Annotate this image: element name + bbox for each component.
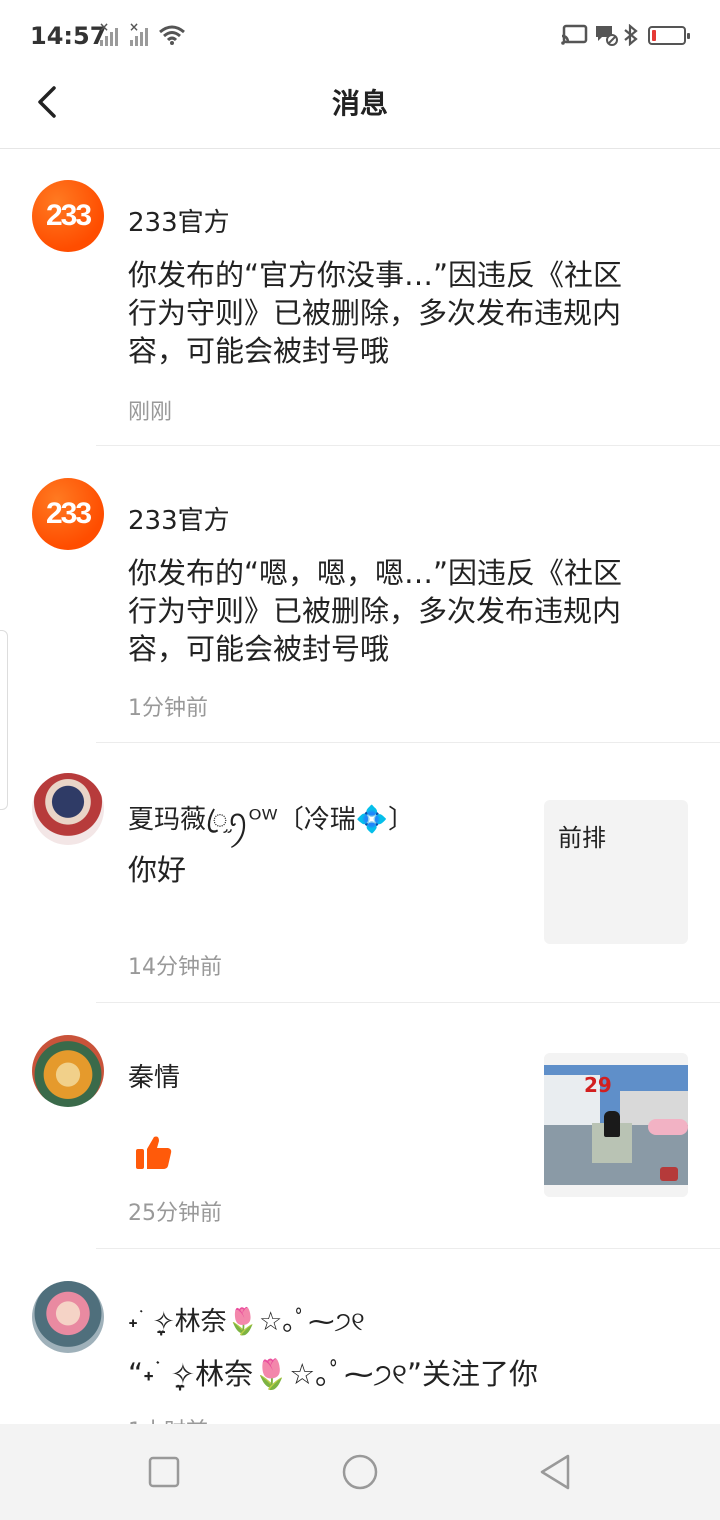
chat-off-icon	[596, 26, 618, 46]
avatar[interactable]: 233	[32, 180, 104, 252]
cast-icon	[561, 24, 588, 45]
header: 消息	[0, 72, 720, 149]
post-preview-image[interactable]: 29	[544, 1053, 688, 1197]
nav-back-button[interactable]	[536, 1452, 576, 1492]
wifi-icon	[159, 25, 185, 45]
bluetooth-icon	[624, 24, 638, 46]
message-time: 1小时前	[128, 1413, 208, 1424]
home-icon	[342, 1454, 378, 1490]
side-drawer-handle[interactable]	[0, 630, 8, 810]
signal-1-icon: ×	[99, 20, 118, 46]
avatar[interactable]	[32, 773, 104, 845]
recent-apps-button[interactable]	[144, 1452, 184, 1492]
status-bar: 14:57 × ×	[0, 0, 720, 72]
post-preview[interactable]: 前排	[544, 800, 688, 944]
list-item[interactable]: ˖ ࣪ ִֶָ✧林奈🌷☆｡ﾟ⁓੭୧ “˖ ࣪ ִֶָ✧林奈🌷☆｡ﾟ⁓੭୧”关注了…	[0, 1249, 720, 1424]
signal-2-icon: ×	[129, 20, 148, 46]
list-item[interactable]: 233 233官方 你发布的“官方你没事…”因违反《社区行为守则》已被删除，多次…	[0, 150, 720, 446]
message-text: 你发布的“嗯，嗯，嗯…”因违反《社区行为守则》已被删除，多次发布违规内容，可能会…	[128, 556, 623, 666]
sender-name: 秦情	[128, 1063, 181, 1093]
sender-name: ˖ ࣪ ִֶָ✧林奈🌷☆｡ﾟ⁓੭୧	[128, 1307, 365, 1337]
sender-name: 233官方	[128, 208, 230, 238]
list-item[interactable]: 233 233官方 你发布的“嗯，嗯，嗯…”因违反《社区行为守则》已被删除，多次…	[0, 446, 720, 743]
home-button[interactable]	[340, 1452, 380, 1492]
message-text: “˖ ࣪ ִֶָ✧林奈🌷☆｡ﾟ⁓੭୧”关注了你	[128, 1357, 539, 1391]
message-time: 刚刚	[128, 400, 173, 425]
battery-icon	[648, 26, 690, 45]
message-text: 你发布的“官方你没事…”因违反《社区行为守则》已被删除，多次发布违规内容，可能会…	[128, 258, 623, 368]
sender-name: 夏玛薇ꦿ֦ꪆᴼᵂ〔冷瑞💠〕	[128, 805, 415, 835]
message-time: 25分钟前	[128, 1201, 222, 1226]
avatar-logo-text: 233	[45, 199, 92, 232]
avatar[interactable]	[32, 1035, 104, 1107]
avatar[interactable]	[32, 1281, 104, 1353]
avatar-logo-text: 233	[45, 497, 92, 530]
thumbs-up-icon	[136, 1136, 172, 1169]
list-item[interactable]: 秦情 25分钟前 29	[0, 1003, 720, 1249]
message-time: 14分钟前	[128, 955, 222, 980]
system-nav-bar	[0, 1424, 720, 1520]
list-item[interactable]: 夏玛薇ꦿ֦ꪆᴼᵂ〔冷瑞💠〕 你好 14分钟前 前排	[0, 743, 720, 1003]
page-title: 消息	[331, 87, 388, 120]
sender-name: 233官方	[128, 506, 230, 536]
preview-number: 29	[584, 1073, 612, 1097]
back-icon	[540, 1454, 570, 1490]
message-time: 1分钟前	[128, 696, 208, 721]
recent-apps-icon	[148, 1456, 180, 1488]
avatar[interactable]: 233	[32, 478, 104, 550]
status-time: 14:57	[30, 22, 107, 50]
message-text: 你好	[128, 853, 187, 887]
